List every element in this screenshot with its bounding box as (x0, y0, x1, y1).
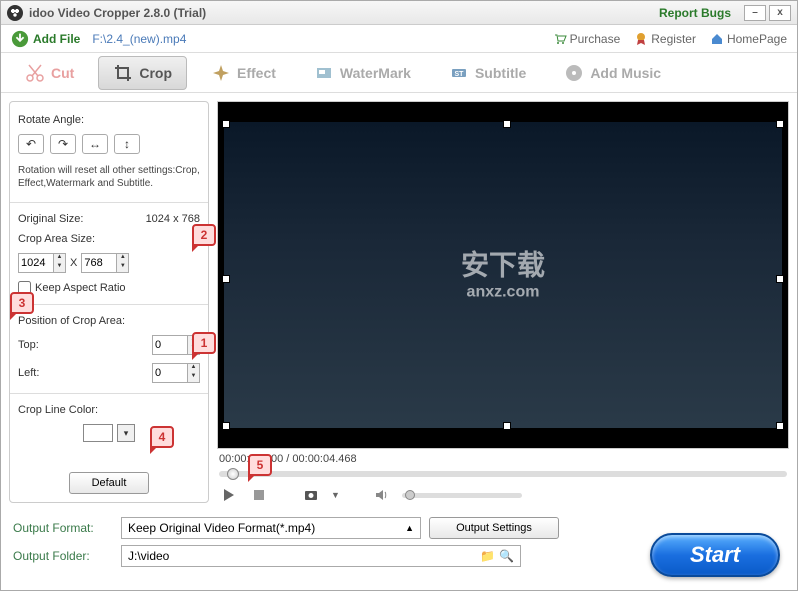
crop-area-size-label: Crop Area Size: (18, 233, 200, 245)
crop-handle[interactable] (503, 422, 511, 430)
preview-watermark-text: 安下载 anxz.com (461, 249, 545, 302)
playback-controls: ▼ (217, 487, 789, 503)
subtitle-icon: ST (449, 63, 469, 83)
badge-icon (634, 32, 648, 46)
search-icon[interactable]: 🔍 (499, 549, 514, 563)
tab-cut[interactable]: Cut (11, 57, 88, 89)
scissors-icon (25, 63, 45, 83)
main-area: Rotate Angle: ↶ ↷ ↔ ↕ Rotation will rese… (1, 93, 797, 511)
crop-width-input[interactable] (19, 254, 53, 272)
annotation-4: 4 (150, 426, 174, 448)
tab-add-music[interactable]: Add Music (550, 57, 675, 89)
file-path: F:\2.4_(new).mp4 (92, 32, 186, 46)
close-button[interactable]: x (769, 5, 791, 21)
crop-width-stepper[interactable]: ▲▼ (18, 253, 66, 273)
annotation-3: 3 (10, 292, 34, 314)
crop-icon (113, 63, 133, 83)
top-label: Top: (18, 339, 58, 351)
crop-handle[interactable] (503, 120, 511, 128)
title-bar: idoo Video Cropper 2.8.0 (Trial) Report … (1, 1, 797, 25)
start-button[interactable]: Start (650, 533, 780, 577)
sparkle-icon (211, 63, 231, 83)
seek-slider[interactable] (219, 471, 787, 477)
app-logo-icon (7, 5, 23, 21)
rotate-ccw-button[interactable]: ↶ (18, 134, 44, 154)
tab-subtitle[interactable]: ST Subtitle (435, 57, 540, 89)
left-input[interactable] (153, 364, 187, 382)
flip-vertical-button[interactable]: ↕ (114, 134, 140, 154)
window-title: idoo Video Cropper 2.8.0 (Trial) (29, 6, 206, 20)
file-toolbar: Add File F:\2.4_(new).mp4 Purchase Regis… (1, 25, 797, 53)
snapshot-dropdown-icon[interactable]: ▼ (331, 490, 340, 500)
crop-handle[interactable] (222, 275, 230, 283)
crop-handle[interactable] (776, 422, 784, 430)
output-folder-value: J:\video (128, 549, 169, 563)
seek-thumb[interactable] (227, 468, 239, 480)
crop-handle[interactable] (222, 422, 230, 430)
volume-thumb[interactable] (405, 490, 415, 500)
crop-handle[interactable] (776, 275, 784, 283)
rotation-note: Rotation will reset all other settings:C… (18, 164, 200, 190)
folder-browse-icon[interactable]: 📁 (480, 549, 495, 563)
add-file-label: Add File (33, 32, 80, 46)
crop-settings-panel: Rotate Angle: ↶ ↷ ↔ ↕ Rotation will rese… (9, 101, 209, 503)
annotation-2: 2 (192, 224, 216, 246)
homepage-link[interactable]: HomePage (710, 32, 787, 46)
left-stepper[interactable]: ▲▼ (152, 363, 200, 383)
crop-handle[interactable] (776, 120, 784, 128)
stop-button[interactable] (249, 487, 269, 503)
volume-slider[interactable] (402, 493, 522, 498)
add-file-button[interactable]: Add File (11, 30, 80, 48)
tab-bar: Cut Crop Effect WaterMark ST Subtitle Ad… (1, 53, 797, 93)
crop-height-stepper[interactable]: ▲▼ (81, 253, 129, 273)
original-size-label: Original Size: (18, 213, 83, 225)
timecode-display: 00:00:00.000 / 00:00:04.468 (219, 453, 789, 465)
color-dropdown-button[interactable]: ▾ (117, 424, 135, 442)
annotation-5: 5 (248, 454, 272, 476)
position-label: Position of Crop Area: (18, 315, 200, 327)
music-disc-icon (564, 63, 584, 83)
svg-text:ST: ST (454, 71, 464, 78)
tab-crop[interactable]: Crop (98, 56, 187, 90)
rotate-cw-button[interactable]: ↷ (50, 134, 76, 154)
flip-horizontal-button[interactable]: ↔ (82, 134, 108, 154)
home-icon (710, 32, 724, 46)
add-file-icon (11, 30, 29, 48)
output-folder-label: Output Folder: (13, 549, 113, 563)
snapshot-button[interactable] (301, 487, 321, 503)
original-size-value: 1024 x 768 (146, 213, 200, 225)
crop-handle[interactable] (222, 120, 230, 128)
annotation-1: 1 (192, 332, 216, 354)
left-label: Left: (18, 367, 58, 379)
crop-height-input[interactable] (82, 254, 116, 272)
watermark-icon (314, 63, 334, 83)
tab-effect[interactable]: Effect (197, 57, 290, 89)
output-format-value: Keep Original Video Format(*.mp4) (128, 521, 315, 535)
default-button[interactable]: Default (69, 472, 149, 494)
crop-line-color-label: Crop Line Color: (18, 404, 200, 416)
keep-aspect-ratio-label: Keep Aspect Ratio (35, 282, 126, 294)
minimize-button[interactable]: – (744, 5, 766, 21)
output-format-combo[interactable]: Keep Original Video Format(*.mp4) ▲ (121, 517, 421, 539)
video-preview[interactable]: 安下载 anxz.com (217, 101, 789, 449)
play-button[interactable] (219, 487, 239, 503)
top-input[interactable] (153, 336, 187, 354)
tab-watermark[interactable]: WaterMark (300, 57, 425, 89)
rotate-angle-label: Rotate Angle: (18, 114, 200, 126)
register-link[interactable]: Register (634, 32, 696, 46)
chevron-down-icon[interactable]: ▲ (405, 523, 414, 533)
report-bugs-link[interactable]: Report Bugs (659, 6, 731, 20)
output-format-label: Output Format: (13, 521, 113, 535)
video-frame: 安下载 anxz.com (224, 122, 782, 428)
output-settings-button[interactable]: Output Settings (429, 517, 559, 539)
volume-icon[interactable] (372, 487, 392, 503)
output-folder-field[interactable]: J:\video 📁 🔍 (121, 545, 521, 567)
preview-panel: 安下载 anxz.com 00:00:00.000 / 00:00:04.468… (217, 101, 789, 503)
color-swatch[interactable] (83, 424, 113, 442)
cart-icon (553, 32, 567, 46)
purchase-link[interactable]: Purchase (553, 32, 621, 46)
